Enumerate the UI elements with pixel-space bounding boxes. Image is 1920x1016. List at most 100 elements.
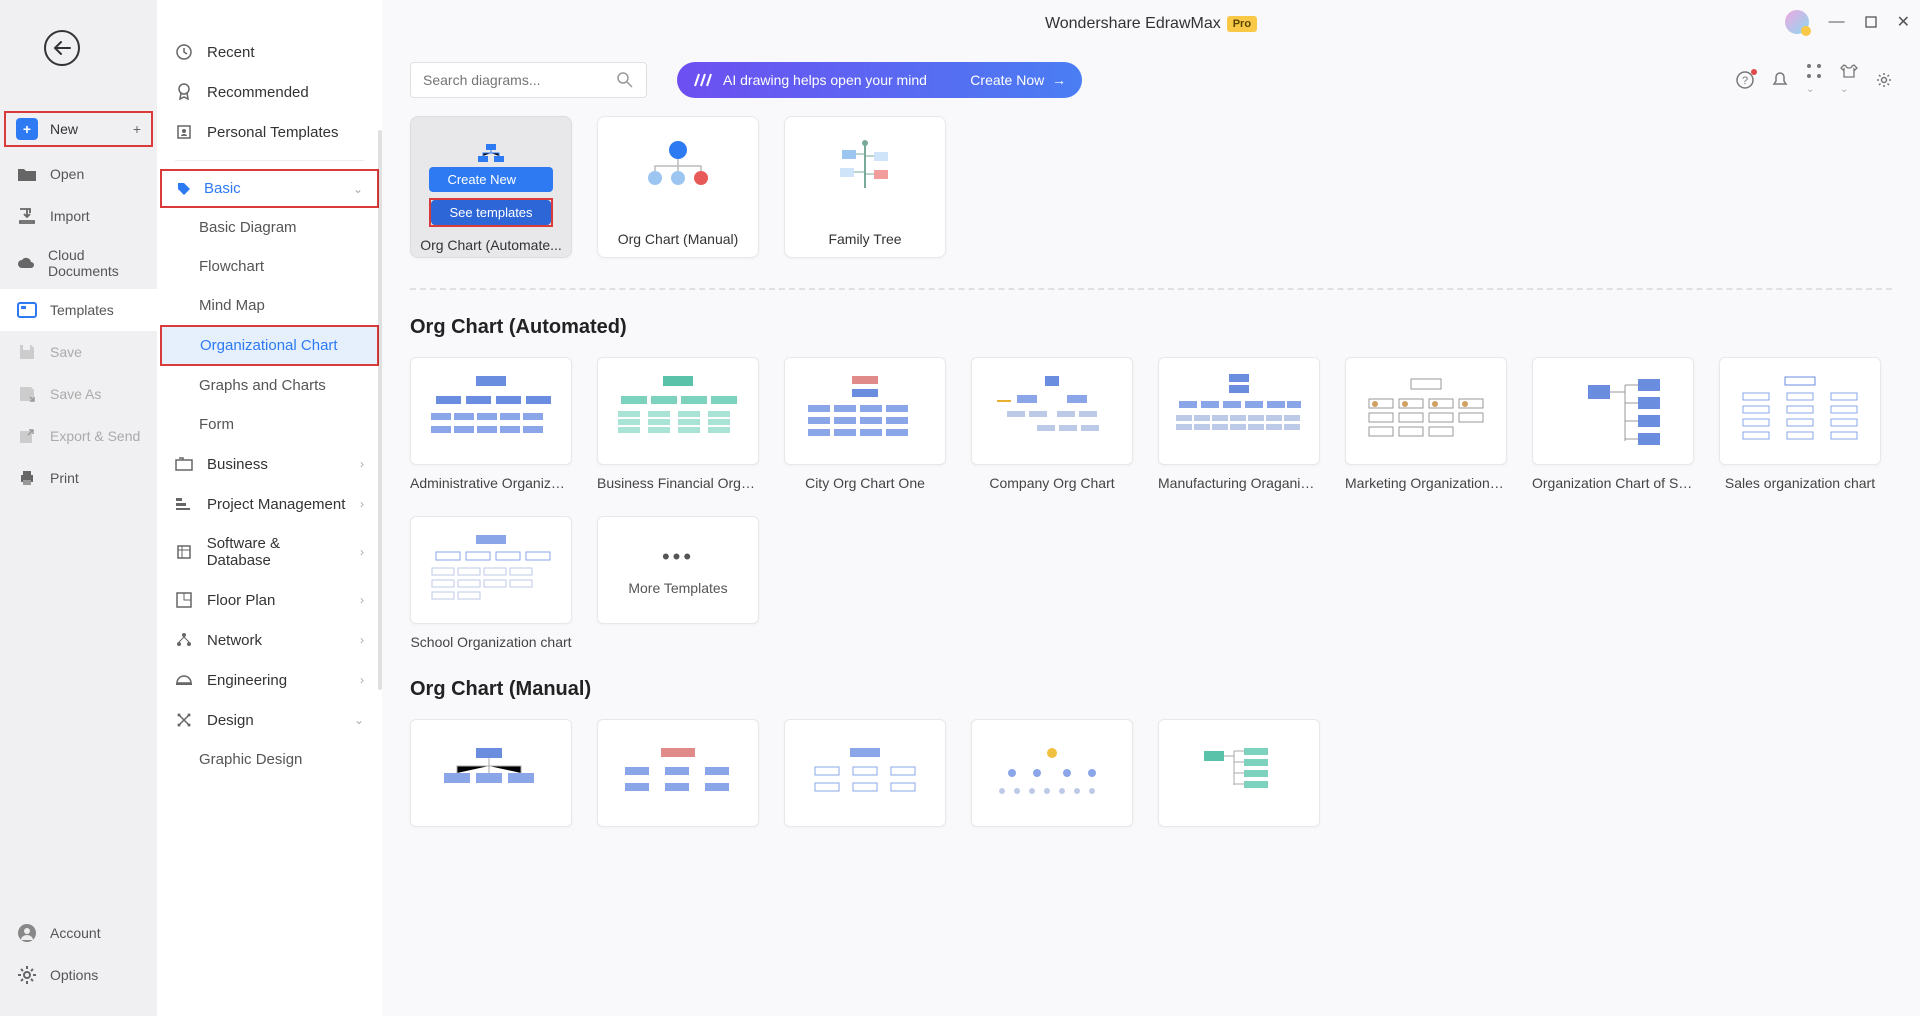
tpl-card[interactable]: Company Org Chart (971, 357, 1133, 491)
sub-mindmap[interactable]: Mind Map (157, 286, 382, 325)
tpl-card[interactable]: Administrative Organizatio... (410, 357, 572, 491)
new-button[interactable]: + New + (6, 113, 151, 145)
ai-cta: Create Now → (970, 72, 1066, 88)
cat-personal[interactable]: Personal Templates (157, 112, 382, 152)
nav-saveas: Save As (0, 373, 157, 415)
highlight-see-templates: See templates (429, 198, 552, 227)
tpl-card[interactable]: Manufacturing Oraganizati... (1158, 357, 1320, 491)
nav-export: Export & Send (0, 415, 157, 457)
thumb-auto (441, 135, 541, 171)
section-manual-title: Org Chart (Manual) (410, 678, 1892, 701)
tpl-card[interactable]: City Org Chart One (784, 357, 946, 491)
content: Create New See templates Org Chart (Auto… (382, 112, 1920, 1016)
db-icon (175, 543, 193, 561)
main-area: Wondershare EdrawMax Pro — ✕ AI drawing … (382, 0, 1920, 1016)
templates-auto-grid: Administrative Organizatio... Business F… (410, 357, 1892, 650)
window-controls: — ✕ (1785, 10, 1910, 34)
nav-options[interactable]: Options (0, 954, 157, 996)
create-new-btn[interactable]: Create New (429, 167, 552, 192)
floor-icon (175, 591, 193, 609)
card-cap-family: Family Tree (785, 221, 945, 257)
tpl-card[interactable] (410, 719, 572, 827)
cat-network[interactable]: Network› (157, 620, 382, 660)
cat-software[interactable]: Software & Database› (157, 524, 382, 580)
back-button[interactable] (44, 30, 80, 66)
minimize-button[interactable]: — (1829, 13, 1845, 31)
ai-icon (693, 72, 713, 88)
nav-cloud[interactable]: Cloud Documents (0, 237, 157, 289)
design-icon (175, 711, 193, 729)
type-card-row: Create New See templates Org Chart (Auto… (410, 116, 1892, 258)
apps-icon[interactable]: ⌄ (1806, 63, 1822, 97)
templates-icon (16, 299, 38, 321)
search-input[interactable] (423, 72, 616, 88)
tpl-card[interactable] (784, 719, 946, 827)
saveas-icon (16, 383, 38, 405)
settings-icon[interactable] (1876, 72, 1892, 88)
tpl-card[interactable]: School Organization chart (410, 516, 572, 650)
chevron-right-icon: › (360, 673, 364, 687)
cat-business[interactable]: Business› (157, 444, 382, 484)
shirt-icon[interactable]: ⌄ (1840, 63, 1858, 97)
network-icon (175, 631, 193, 649)
chevron-right-icon: › (360, 457, 364, 471)
chevron-right-icon: › (360, 497, 364, 511)
sidebar-categories: Recent Recommended Personal Templates Ba… (157, 0, 382, 1016)
nav-account[interactable]: Account (0, 912, 157, 954)
cat-floor[interactable]: Floor Plan› (157, 580, 382, 620)
gear-icon (16, 964, 38, 986)
more-dots-icon: ••• (662, 544, 694, 570)
cat-basic[interactable]: Basic ⌄ (162, 171, 377, 206)
help-icon[interactable]: ? (1736, 71, 1754, 89)
chevron-down-icon: ⌄ (353, 182, 363, 196)
see-templates-btn[interactable]: See templates (431, 200, 550, 225)
sub-basic-diagram[interactable]: Basic Diagram (157, 208, 382, 247)
svg-text:?: ? (1742, 75, 1748, 87)
cat-design[interactable]: Design⌄ (157, 700, 382, 740)
maximize-button[interactable] (1865, 16, 1877, 28)
more-templates-card[interactable]: ••• More Templates (597, 516, 759, 650)
cat-project[interactable]: Project Management› (157, 484, 382, 524)
ai-banner[interactable]: AI drawing helps open your mind Create N… (677, 62, 1082, 98)
templates-manual-grid (410, 719, 1892, 827)
tpl-card[interactable] (597, 719, 759, 827)
search-box[interactable] (410, 62, 647, 98)
person-icon (175, 123, 193, 141)
tpl-card[interactable]: Marketing Organization Ch... (1345, 357, 1507, 491)
tpl-card[interactable] (971, 719, 1133, 827)
sub-org-chart[interactable]: Organizational Chart (162, 327, 377, 364)
nav-print[interactable]: Print (0, 457, 157, 499)
sub-graphs[interactable]: Graphs and Charts (157, 366, 382, 405)
dashed-divider (410, 288, 1892, 290)
cat-recent[interactable]: Recent (157, 32, 382, 72)
toolbar: AI drawing helps open your mind Create N… (382, 48, 1920, 112)
tpl-card[interactable]: Organization Chart of Sale... (1532, 357, 1694, 491)
cat-recommended[interactable]: Recommended (157, 72, 382, 112)
nav-open[interactable]: Open (0, 153, 157, 195)
avatar[interactable] (1785, 10, 1809, 34)
app-title: Wondershare EdrawMax (1045, 15, 1221, 33)
sidebar-narrow: + New + Open Import Cloud Documents Temp… (0, 0, 157, 1016)
highlight-new: + New + (4, 111, 153, 147)
nav-import[interactable]: Import (0, 195, 157, 237)
nav-templates[interactable]: Templates (0, 289, 157, 331)
tpl-card[interactable] (1158, 719, 1320, 827)
type-card-family[interactable]: Family Tree (784, 116, 946, 258)
type-card-manual[interactable]: Org Chart (Manual) (597, 116, 759, 258)
tpl-card[interactable]: Sales organization chart (1719, 357, 1881, 491)
cat-engineering[interactable]: Engineering› (157, 660, 382, 700)
plus-icon: + (16, 118, 38, 140)
type-card-auto[interactable]: Create New See templates Org Chart (Auto… (410, 116, 572, 258)
chevron-down-icon: ⌄ (354, 713, 364, 727)
close-button[interactable]: ✕ (1897, 12, 1910, 32)
chevron-right-icon: › (360, 593, 364, 607)
sub-form[interactable]: Form (157, 405, 382, 444)
sub-graphic-design[interactable]: Graphic Design (157, 740, 382, 779)
plus-add-icon: + (133, 121, 141, 137)
titlebar: Wondershare EdrawMax Pro — ✕ (382, 0, 1920, 48)
print-icon (16, 467, 38, 489)
bell-icon[interactable] (1772, 71, 1788, 89)
more-label: More Templates (628, 580, 727, 596)
tpl-card[interactable]: Business Financial Organiz... (597, 357, 759, 491)
sub-flowchart[interactable]: Flowchart (157, 247, 382, 286)
